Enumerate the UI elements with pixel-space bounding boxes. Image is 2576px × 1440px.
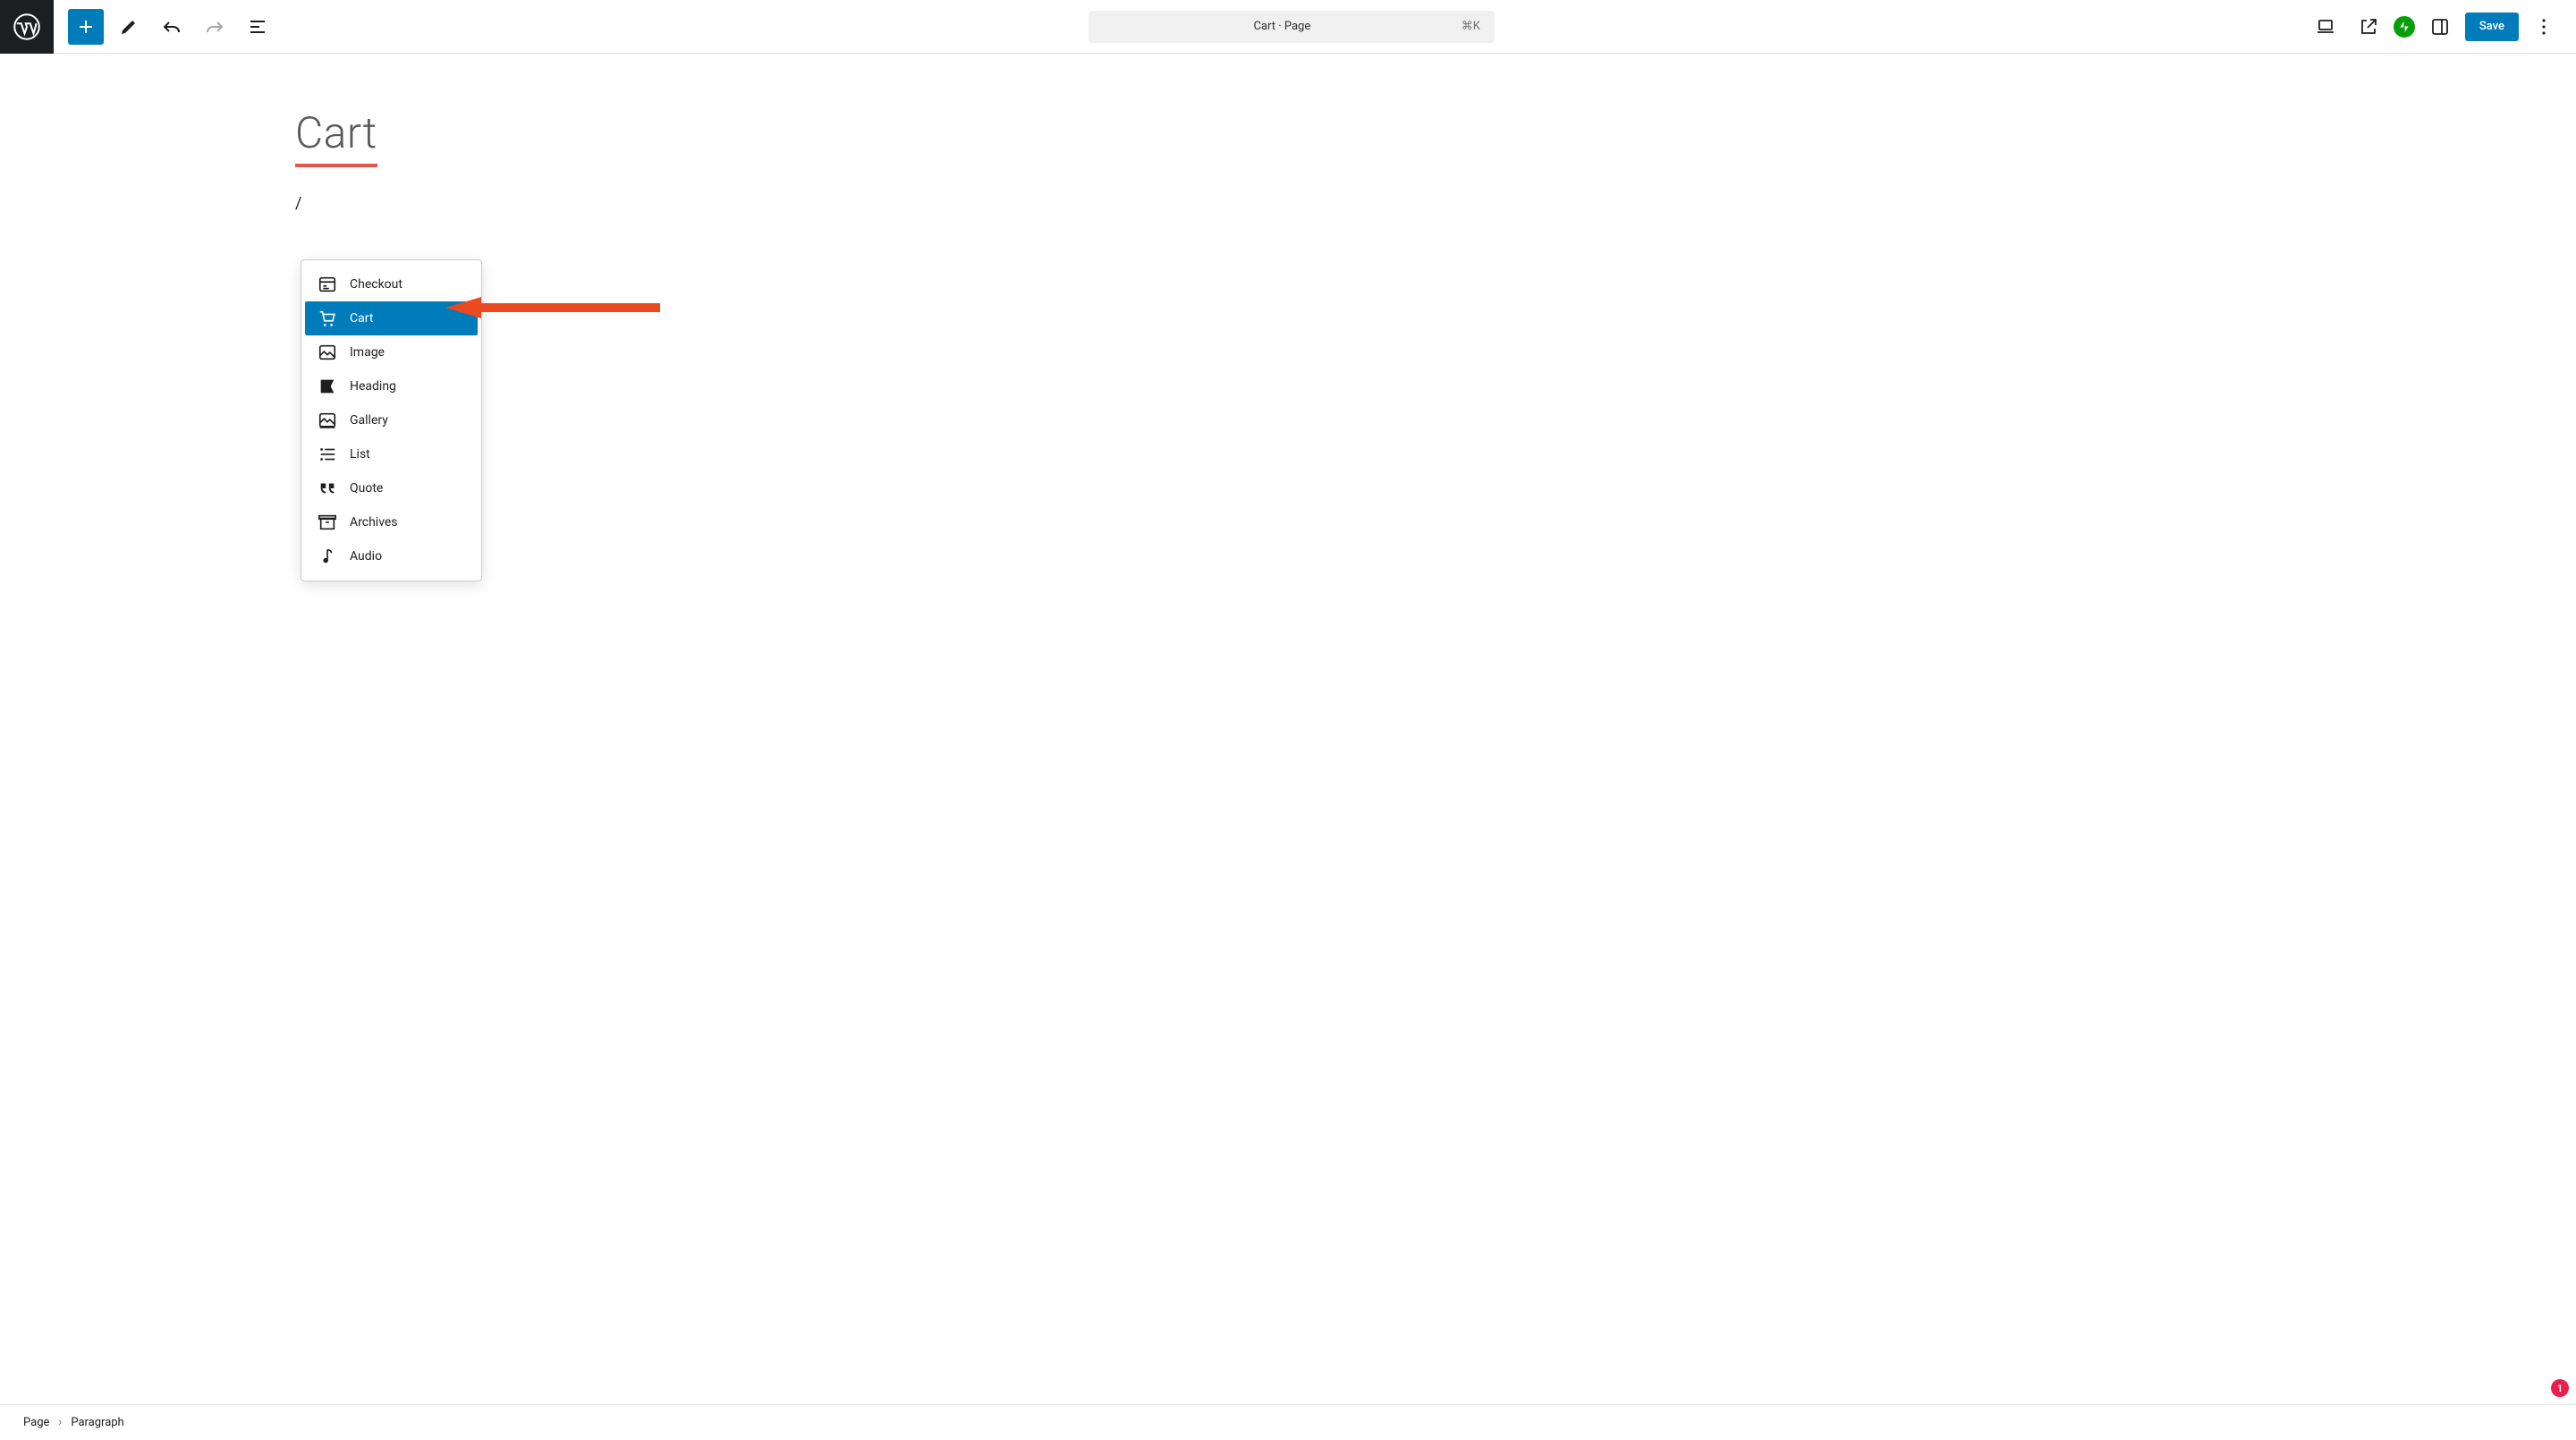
- inserter-item-label: Audio: [350, 549, 382, 563]
- breadcrumb-bar: Page › Paragraph: [0, 1404, 2576, 1440]
- audio-icon: [318, 546, 337, 566]
- settings-panel-button[interactable]: [2422, 9, 2458, 45]
- archives-icon: [318, 512, 337, 532]
- inserter-item-list[interactable]: List: [305, 437, 478, 471]
- view-button[interactable]: [2308, 9, 2343, 45]
- options-button[interactable]: [2526, 9, 2562, 45]
- undo-icon: [161, 16, 182, 38]
- plus-icon: [75, 16, 97, 38]
- breadcrumb-leaf[interactable]: Paragraph: [71, 1416, 123, 1429]
- undo-button[interactable]: [154, 9, 190, 45]
- breadcrumb-root[interactable]: Page: [23, 1416, 49, 1429]
- arrow-head-icon: [445, 297, 481, 318]
- annotation-arrow: [445, 297, 660, 318]
- notification-badge[interactable]: 1: [2551, 1379, 2569, 1397]
- top-toolbar: Cart · Page ⌘K Save: [0, 0, 2576, 54]
- outline-icon: [247, 16, 268, 38]
- document-overview-button[interactable]: [240, 9, 275, 45]
- add-block-button[interactable]: [68, 9, 104, 45]
- inserter-item-label: Quote: [350, 481, 383, 496]
- inserter-item-label: Checkout: [350, 277, 402, 292]
- page-title[interactable]: Cart: [295, 107, 377, 167]
- external-link-icon: [2358, 16, 2379, 38]
- arrow-line: [481, 303, 660, 312]
- cart-icon: [318, 309, 337, 328]
- inserter-item-label: Gallery: [350, 413, 388, 428]
- toolbar-right: Save: [2308, 9, 2562, 45]
- slash-command-input[interactable]: /: [295, 194, 2576, 213]
- inserter-item-audio[interactable]: Audio: [305, 539, 478, 573]
- inserter-item-quote[interactable]: Quote: [305, 471, 478, 505]
- jetpack-icon: [2397, 20, 2411, 34]
- redo-button[interactable]: [197, 9, 233, 45]
- checkout-icon: [318, 275, 337, 294]
- open-external-button[interactable]: [2351, 9, 2386, 45]
- wordpress-icon: [13, 13, 40, 40]
- edit-mode-button[interactable]: [111, 9, 147, 45]
- inserter-item-label: Image: [350, 345, 385, 360]
- inserter-item-label: Heading: [350, 379, 396, 394]
- gallery-icon: [318, 411, 337, 430]
- image-icon: [318, 343, 337, 362]
- document-title: Cart · Page: [1103, 20, 1462, 33]
- more-vertical-icon: [2533, 16, 2555, 38]
- toolbar-left: [0, 0, 275, 53]
- redo-icon: [204, 16, 225, 38]
- inserter-item-archives[interactable]: Archives: [305, 505, 478, 539]
- wordpress-logo[interactable]: [0, 0, 54, 54]
- quote-icon: [318, 479, 337, 498]
- inserter-item-gallery[interactable]: Gallery: [305, 403, 478, 437]
- sidebar-icon: [2429, 16, 2451, 38]
- inserter-item-label: Cart: [350, 311, 373, 326]
- editor-canvas: Cart / CheckoutCartImageHeadingGalleryLi…: [0, 54, 2576, 213]
- list-icon: [318, 445, 337, 464]
- inserter-item-heading[interactable]: Heading: [305, 369, 478, 403]
- inserter-item-label: List: [350, 447, 370, 462]
- chevron-right-icon: ›: [58, 1416, 62, 1429]
- heading-icon: [318, 377, 337, 396]
- toolbar-center: Cart · Page ⌘K: [1089, 11, 1495, 43]
- jetpack-button[interactable]: [2394, 16, 2415, 38]
- inserter-item-label: Archives: [350, 515, 398, 529]
- document-title-bar[interactable]: Cart · Page ⌘K: [1089, 11, 1495, 43]
- save-button[interactable]: Save: [2465, 13, 2519, 41]
- inserter-item-image[interactable]: Image: [305, 335, 478, 369]
- laptop-icon: [2315, 16, 2336, 38]
- command-shortcut: ⌘K: [1462, 20, 1480, 33]
- pencil-icon: [118, 16, 140, 38]
